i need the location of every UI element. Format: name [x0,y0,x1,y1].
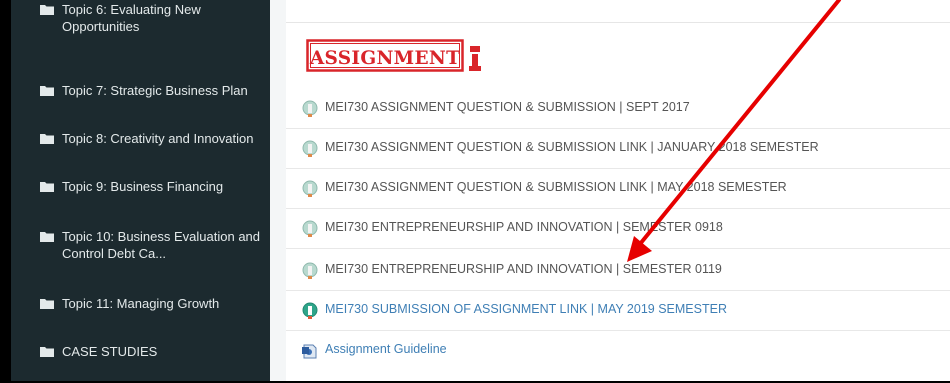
folder-icon [40,299,54,309]
activity-link[interactable]: MEI730 ASSIGNMENT QUESTION & SUBMISSION … [325,140,819,154]
sidebar-item-topic-8[interactable]: Topic 8: Creativity and Innovation [40,130,270,147]
sidebar-item-topic-6[interactable]: Topic 6: Evaluating New Opportunities [40,1,270,35]
activity-row: MEI730 ENTREPRENEURSHIP AND INNOVATION |… [286,208,950,249]
sidebar-item-topic-11[interactable]: Topic 11: Managing Growth [40,295,270,312]
file-icon [302,344,317,359]
folder-icon [40,134,54,144]
activity-link[interactable]: Assignment Guideline [325,342,447,356]
folder-icon [40,347,54,357]
sidebar-item-case-studies[interactable]: CASE STUDIES [40,343,270,360]
assignment-stamp-text: ASSIGNMENT [309,48,460,69]
activity-link[interactable]: MEI730 SUBMISSION OF ASSIGNMENT LINK | M… [325,302,727,316]
folder-icon [40,232,54,242]
quiz-icon [302,100,318,117]
sidebar-item-label: Topic 7: Strategic Business Plan [62,83,248,98]
sidebar-item-label: Topic 8: Creativity and Innovation [62,131,254,146]
quiz-icon [302,220,318,237]
exclamation-icon [469,46,481,71]
sidebar-item-topic-10[interactable]: Topic 10: Business Evaluation and Contro… [40,228,270,262]
sidebar-item-label: Topic 6: Evaluating New Opportunities [62,2,201,34]
activity-link[interactable]: MEI730 ASSIGNMENT QUESTION & SUBMISSION … [325,180,787,194]
sidebar-item-topic-7[interactable]: Topic 7: Strategic Business Plan [40,82,270,99]
sidebar-item-label: CASE STUDIES [62,344,158,359]
sidebar-item-topic-9[interactable]: Topic 9: Business Financing [40,178,270,195]
activity-row: MEI730 ASSIGNMENT QUESTION & SUBMISSION … [286,128,950,169]
quiz-icon [302,180,318,197]
activity-link[interactable]: MEI730 ASSIGNMENT QUESTION & SUBMISSION … [325,100,690,114]
activity-link[interactable]: MEI730 ENTREPRENEURSHIP AND INNOVATION |… [325,262,722,276]
quiz-icon [302,140,318,157]
assignment-icon [302,302,318,319]
folder-icon [40,5,54,15]
sidebar-item-label: Topic 10: Business Evaluation and Contro… [62,229,261,261]
activity-link[interactable]: MEI730 ENTREPRENEURSHIP AND INNOVATION |… [325,220,723,234]
assignment-stamp-banner: ASSIGNMENT [306,39,481,72]
content-gutter [270,0,286,381]
course-sidebar: Topic 6: Evaluating New Opportunities To… [11,0,270,381]
activity-row: MEI730 ASSIGNMENT QUESTION & SUBMISSION … [286,88,950,129]
folder-icon [40,86,54,96]
activity-row: Assignment Guideline [286,330,950,370]
sidebar-item-label: Topic 9: Business Financing [62,179,224,194]
section-divider [286,22,950,23]
activity-row: MEI730 SUBMISSION OF ASSIGNMENT LINK | M… [286,290,950,331]
folder-icon [40,182,54,192]
activity-row: MEI730 ASSIGNMENT QUESTION & SUBMISSION … [286,168,950,209]
quiz-icon [302,262,318,279]
sidebar-item-label: Topic 11: Managing Growth [62,296,220,311]
course-section-content: ASSIGNMENT MEI730 ASSIGNMENT QUESTION & … [286,0,950,381]
activity-row: MEI730 ENTREPRENEURSHIP AND INNOVATION |… [286,250,950,291]
